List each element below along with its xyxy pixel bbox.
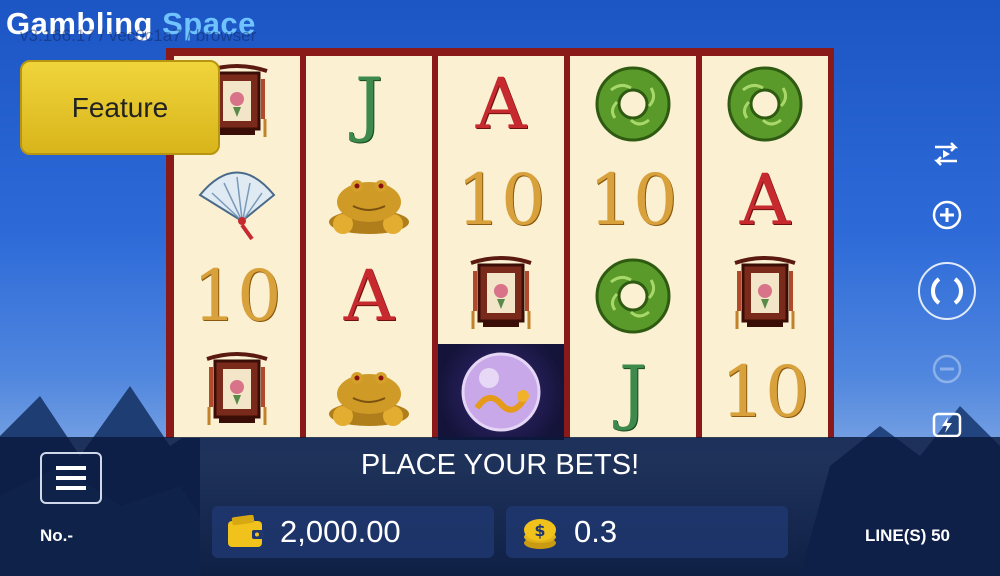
bet-plus-icon — [932, 200, 962, 230]
reel-cell: 10 — [702, 344, 828, 440]
symbol-j: J — [570, 344, 696, 440]
jade-icon — [702, 56, 828, 152]
reel-cell: J — [570, 344, 696, 440]
reel-cell — [438, 344, 564, 440]
reel-cell — [570, 248, 696, 344]
symbol-a: A — [306, 248, 432, 344]
reel-cell: A — [702, 152, 828, 248]
turbo-icon — [932, 412, 962, 438]
reel-cell — [570, 56, 696, 152]
reel-cell — [702, 56, 828, 152]
reel-4: 10 J — [570, 56, 696, 438]
lantern-icon — [174, 344, 300, 440]
reel-cell — [306, 152, 432, 248]
reel-cell: J — [306, 56, 432, 152]
bet-plus-button[interactable] — [930, 198, 964, 232]
pearl-icon — [438, 344, 564, 440]
symbol-label: J — [618, 351, 648, 433]
autoplay-icon — [933, 142, 959, 166]
balance-display: 2,000.00 — [212, 506, 494, 558]
version-text: v3.166.17 / vec0c1a7 / browser — [20, 26, 257, 45]
coins-icon: $ — [524, 519, 556, 549]
lantern-icon — [438, 248, 564, 344]
turbo-button[interactable] — [930, 410, 964, 440]
symbol-label: J — [354, 63, 384, 145]
symbol-10: 10 — [174, 248, 300, 344]
symbol-j: J — [306, 56, 432, 152]
reel-cell: 10 — [438, 152, 564, 248]
lantern-icon — [702, 248, 828, 344]
symbol-label: A — [475, 63, 527, 145]
symbol-label: 10 — [720, 351, 810, 433]
bet-minus-button[interactable] — [930, 352, 964, 386]
bet-display: $ 0.3 — [506, 506, 788, 558]
wallet-icon — [228, 515, 264, 547]
spin-icon — [931, 277, 963, 305]
reel-cell: A — [306, 248, 432, 344]
reel-cell — [702, 248, 828, 344]
reel-cell: 10 — [570, 152, 696, 248]
reel-5: A 10 — [702, 56, 828, 438]
symbol-label: 10 — [456, 159, 546, 241]
symbol-a: A — [702, 152, 828, 248]
svg-text:$: $ — [534, 521, 545, 540]
symbol-label: 10 — [192, 255, 282, 337]
reel-2: JA — [306, 56, 432, 438]
symbol-10: 10 — [570, 152, 696, 248]
spin-button[interactable] — [918, 262, 976, 320]
reel-cell — [438, 248, 564, 344]
reel-3: A 10 — [438, 56, 564, 440]
symbol-label: A — [343, 255, 395, 337]
symbol-10: 10 — [702, 344, 828, 440]
jade-icon — [570, 248, 696, 344]
symbol-label: A — [739, 159, 791, 241]
reel-cell — [306, 344, 432, 440]
game-number: No.- — [40, 526, 74, 545]
symbol-label: 10 — [588, 159, 678, 241]
jade-icon — [570, 56, 696, 152]
reel-cell — [174, 344, 300, 440]
fan-icon — [174, 152, 300, 248]
symbol-10: 10 — [438, 152, 564, 248]
toad-icon — [306, 344, 432, 440]
lines-count: LINE(S) 50 — [865, 526, 951, 545]
toad-icon — [306, 152, 432, 248]
reel-grid: 10 JA A 10 10 J A 10 — [166, 48, 834, 440]
symbol-a: A — [438, 56, 564, 152]
autoplay-button[interactable] — [928, 138, 964, 170]
reel-cell: 10 — [174, 248, 300, 344]
reel-cell: A — [438, 56, 564, 152]
feature-button[interactable]: Feature — [20, 60, 220, 155]
reel-cell — [174, 152, 300, 248]
status-message: PLACE YOUR BETS! — [360, 449, 640, 481]
balance-value: 2,000.00 — [280, 514, 401, 549]
bet-minus-icon — [932, 354, 962, 384]
bet-value: 0.3 — [574, 514, 618, 549]
